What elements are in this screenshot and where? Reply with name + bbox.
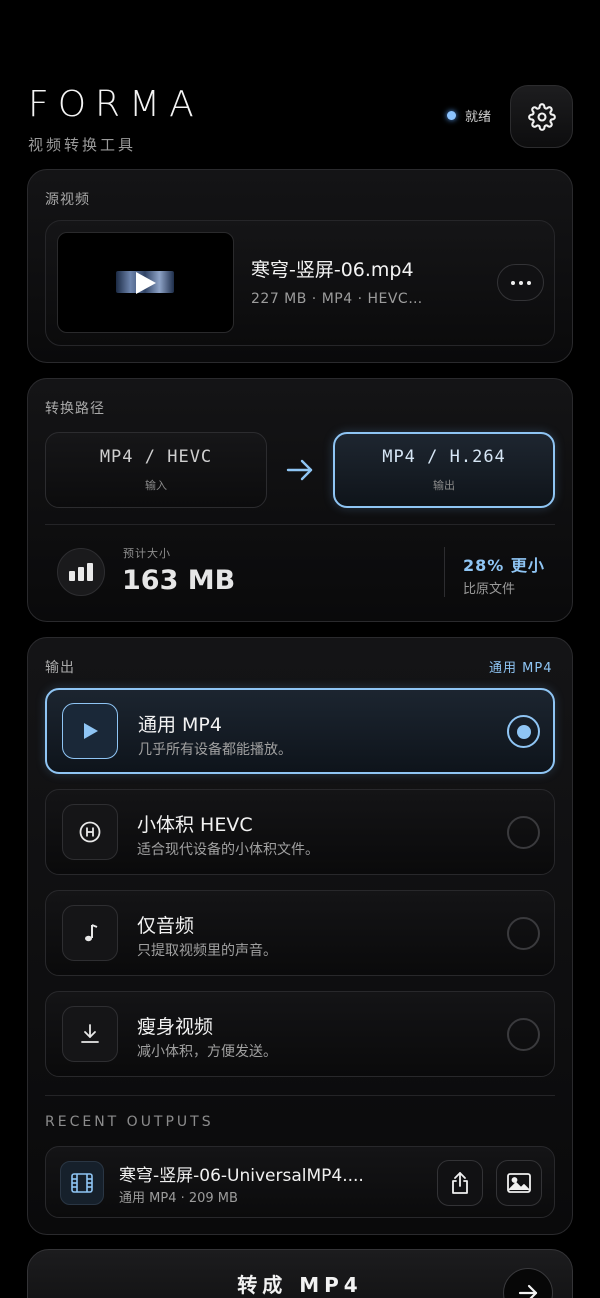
status-indicator: 就绪 xyxy=(447,106,491,125)
convert-button-label: 转成 MP4 xyxy=(237,1273,363,1297)
estimate-label: 预计大小 xyxy=(123,547,171,560)
source-file-name: 寒穹-竖屏-06.mp4 xyxy=(251,259,414,281)
option-title: 通用 MP4 xyxy=(138,714,222,736)
divider xyxy=(45,524,555,525)
music-note-icon xyxy=(62,905,118,961)
source-card-label: 源视频 xyxy=(45,192,90,208)
film-icon xyxy=(60,1161,104,1205)
share-button[interactable] xyxy=(437,1160,483,1206)
radio-unselected[interactable] xyxy=(507,816,540,849)
recent-output-name: 寒穹-竖屏-06-UniversalMP4.... xyxy=(119,1166,364,1186)
radio-unselected[interactable] xyxy=(507,1018,540,1051)
radio-unselected[interactable] xyxy=(507,917,540,950)
output-format: MP4 / H.264 xyxy=(382,447,506,467)
bar-chart-icon xyxy=(57,548,105,596)
play-icon xyxy=(62,703,118,759)
divider xyxy=(45,1095,555,1096)
vertical-divider xyxy=(444,547,445,597)
source-file-meta: 227 MB · MP4 · HEVC… xyxy=(251,291,423,307)
app-brand: FORMA xyxy=(28,84,203,125)
input-format-label: 输入 xyxy=(145,479,167,492)
conversion-path-label: 转换路径 xyxy=(45,401,105,417)
app-subtitle: 视频转换工具 xyxy=(28,136,137,154)
status-text: 就绪 xyxy=(465,110,492,125)
estimate-value: 163 MB xyxy=(122,565,236,596)
output-option-small-hevc[interactable]: 小体积 HEVC 适合现代设备的小体积文件。 xyxy=(45,789,555,875)
output-option-slim-video[interactable]: 瘦身视频 减小体积，方便发送。 xyxy=(45,991,555,1077)
output-option-universal-mp4[interactable]: 通用 MP4 几乎所有设备都能播放。 xyxy=(45,688,555,774)
output-format-box[interactable]: MP4 / H.264 输出 xyxy=(333,432,555,508)
option-desc: 几乎所有设备都能播放。 xyxy=(138,742,292,758)
radio-selected[interactable] xyxy=(507,715,540,748)
more-options-button[interactable] xyxy=(497,264,544,301)
output-option-audio-only[interactable]: 仅音频 只提取视频里的声音。 xyxy=(45,890,555,976)
gear-icon xyxy=(527,102,556,131)
size-reduction-sub: 比原文件 xyxy=(463,582,516,597)
download-icon xyxy=(62,1006,118,1062)
image-icon xyxy=(507,1173,531,1193)
convert-button[interactable]: 转成 MP4 xyxy=(27,1249,573,1298)
recent-outputs-label: RECENT OUTPUTS xyxy=(45,1114,214,1130)
output-format-label: 输出 xyxy=(433,479,455,492)
option-desc: 只提取视频里的声音。 xyxy=(137,943,277,959)
hevc-icon xyxy=(62,804,118,860)
option-title: 小体积 HEVC xyxy=(137,814,253,836)
size-reduction: 28% 更小 xyxy=(463,556,545,575)
selected-output-summary: 通用 MP4 xyxy=(489,661,553,676)
settings-button[interactable] xyxy=(510,85,573,148)
option-desc: 适合现代设备的小体积文件。 xyxy=(137,842,319,858)
input-format-box: MP4 / HEVC 输入 xyxy=(45,432,267,508)
input-format: MP4 / HEVC xyxy=(99,447,213,467)
output-card-label: 输出 xyxy=(45,660,75,676)
share-icon xyxy=(452,1172,468,1194)
option-title: 仅音频 xyxy=(137,915,195,937)
option-title: 瘦身视频 xyxy=(137,1016,214,1038)
status-dot xyxy=(447,111,456,120)
play-icon xyxy=(136,272,156,294)
option-desc: 减小体积，方便发送。 xyxy=(137,1044,277,1060)
recent-output-meta: 通用 MP4 · 209 MB xyxy=(119,1191,238,1206)
photo-button[interactable] xyxy=(496,1160,542,1206)
recent-output-item[interactable]: 寒穹-竖屏-06-UniversalMP4.... 通用 MP4 · 209 M… xyxy=(45,1146,555,1218)
more-dots-icon xyxy=(510,280,515,285)
arrow-right-icon xyxy=(286,459,313,481)
